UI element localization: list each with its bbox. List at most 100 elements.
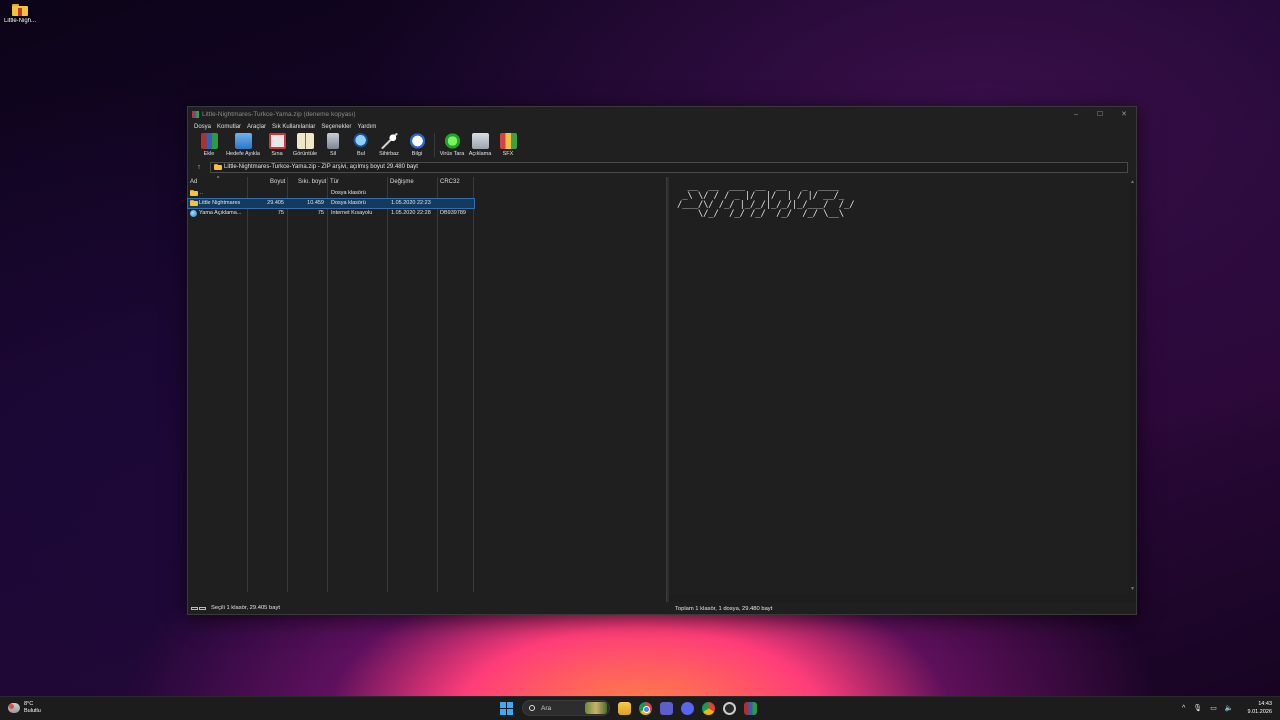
table-row-selected[interactable]: Little Nightmares 29.405 10.459 Dosya kl… xyxy=(187,198,475,209)
wizard-icon xyxy=(380,133,398,149)
table-row[interactable]: Yama Açıklama... 75 75 Internet Kısayolu… xyxy=(188,209,474,218)
ascii-line: \/_/ /_/ /_/ /_/ /_/ \__\ xyxy=(677,209,855,219)
view-book-icon xyxy=(296,133,314,149)
content-area: Ad ^ Boyut Sıkı. boyut Tür Değişme CRC32… xyxy=(187,176,1136,602)
tray-chevron-icon[interactable]: ^ xyxy=(1182,705,1185,712)
column-divider xyxy=(437,177,438,592)
scroll-up-icon[interactable]: ▲ xyxy=(1129,179,1136,185)
folder-icon xyxy=(214,164,222,170)
info-button[interactable]: Bilgi xyxy=(403,132,431,157)
column-divider xyxy=(247,177,248,592)
teams-icon[interactable] xyxy=(660,701,673,715)
title-bar[interactable]: Little-Nightmares-Turkce-Yama.zip (denem… xyxy=(188,107,1136,121)
file-list[interactable]: Ad ^ Boyut Sıkı. boyut Tür Değişme CRC32… xyxy=(187,176,666,602)
menu-yardim[interactable]: Yardım xyxy=(354,124,379,130)
file-explorer-icon[interactable] xyxy=(618,701,631,715)
column-headers: Ad ^ Boyut Sıkı. boyut Tür Değişme CRC32 xyxy=(188,176,666,188)
column-header-crc32[interactable]: CRC32 xyxy=(440,179,460,185)
key-icon xyxy=(191,606,207,611)
extract-folder-icon xyxy=(234,133,252,149)
column-header-type[interactable]: Tür xyxy=(330,179,339,185)
archive-path-text: Little-Nightmares-Turkce-Yama.zip - ZIP … xyxy=(224,164,418,170)
clock[interactable]: 14:43 9.01.2026 xyxy=(1248,700,1272,716)
menu-araclar[interactable]: Araçlar xyxy=(244,124,269,130)
info-label: Bilgi xyxy=(411,151,423,157)
column-divider xyxy=(287,177,288,592)
weather-cloud-icon xyxy=(8,703,20,713)
row-type: Internet Kısayolu xyxy=(331,210,373,216)
view-label: Görüntüle xyxy=(292,151,318,157)
test-button[interactable]: Sına xyxy=(263,132,291,157)
search-placeholder: Ara xyxy=(541,704,552,712)
weather-widget[interactable]: 8°C Bulutlu xyxy=(8,701,41,715)
row-name: .. xyxy=(200,190,204,196)
microphone-icon[interactable]: 🎙 xyxy=(1193,704,1202,712)
info-icon xyxy=(408,133,426,149)
winrar-app-icon xyxy=(192,110,199,118)
window-title: Little-Nightmares-Turkce-Yama.zip (denem… xyxy=(202,110,356,118)
column-header-modified[interactable]: Değişme xyxy=(390,179,414,185)
menu-sik-kullanilanlar[interactable]: Sık Kullanılanlar xyxy=(269,124,318,130)
wizard-button[interactable]: Sihirbaz xyxy=(375,132,403,157)
steam-icon[interactable] xyxy=(723,701,736,715)
sfx-button[interactable]: SFX xyxy=(494,132,522,157)
up-folder-button[interactable]: ↑ xyxy=(188,164,210,171)
menu-dosya[interactable]: Dosya xyxy=(191,124,214,130)
system-tray: ^ 🎙 ▭ 🔈 14:43 9.01.2026 xyxy=(1178,700,1272,716)
add-archive-icon xyxy=(200,133,218,149)
add-button[interactable]: Ekle xyxy=(195,132,223,157)
column-header-size[interactable]: Boyut xyxy=(270,179,285,185)
row-modified: 1.05.2020 22:23 xyxy=(391,200,431,206)
delete-button[interactable]: Sil xyxy=(319,132,347,157)
weather-temp: 8°C xyxy=(24,701,34,707)
clock-time: 14:43 xyxy=(1258,701,1272,707)
row-size: 29.405 xyxy=(267,200,284,206)
find-button[interactable]: Bul xyxy=(347,132,375,157)
row-crc: DB939789 xyxy=(440,210,466,216)
discord-icon[interactable] xyxy=(681,701,694,715)
view-button[interactable]: Görüntüle xyxy=(291,132,319,157)
menu-komutlar[interactable]: Komutlar xyxy=(214,124,244,130)
column-header-name[interactable]: Ad xyxy=(190,179,197,185)
virus-scan-button[interactable]: Virüs Tara xyxy=(438,132,466,157)
scroll-down-icon[interactable]: ▼ xyxy=(1129,586,1136,592)
extract-to-label: Hedefe Ayıkla xyxy=(226,151,260,157)
archive-path-field[interactable]: Little-Nightmares-Turkce-Yama.zip - ZIP … xyxy=(210,161,1128,173)
comment-icon xyxy=(471,133,489,149)
taskbar-apps: Ara xyxy=(500,700,761,716)
taskbar-search[interactable]: Ara xyxy=(522,700,610,716)
extract-to-button[interactable]: Hedefe Ayıkla xyxy=(223,132,263,157)
comment-label: Açıklama xyxy=(468,151,492,157)
maximize-button[interactable]: ☐ xyxy=(1088,110,1112,118)
find-label: Bul xyxy=(357,151,365,157)
menu-secenekler[interactable]: Seçenekler xyxy=(318,124,354,130)
test-label: Sına xyxy=(271,151,283,157)
horizontal-scrollbar[interactable] xyxy=(669,595,1136,602)
column-divider xyxy=(327,177,328,592)
chrome-icon[interactable] xyxy=(639,701,652,715)
chrome-profile-icon[interactable] xyxy=(702,701,715,715)
start-button[interactable] xyxy=(500,701,513,715)
vertical-scrollbar[interactable]: ▲ ▼ xyxy=(1129,177,1136,602)
minimize-button[interactable]: – xyxy=(1064,111,1088,118)
desktop-icon-label: Little-Nigh... xyxy=(3,18,36,24)
table-row-parent[interactable]: .. Dosya klasörü xyxy=(188,189,474,198)
address-bar: ↑ Little-Nightmares-Turkce-Yama.zip - ZI… xyxy=(188,161,1136,173)
winrar-taskbar-icon[interactable] xyxy=(744,701,757,715)
column-header-packed[interactable]: Sıkı. boyut xyxy=(298,179,326,185)
ascii-art-comment: __ __ ___ __ __ _ ____ _\ \/ / / _ |/ |/… xyxy=(677,183,855,219)
row-type: Dosya klasörü xyxy=(331,200,366,206)
close-button[interactable]: ✕ xyxy=(1112,110,1136,118)
folder-icon xyxy=(190,190,198,196)
desktop-icon-archive[interactable]: Little-Nigh... xyxy=(2,4,38,24)
toolbar-divider xyxy=(434,133,435,157)
network-icon[interactable]: ▭ xyxy=(1210,704,1217,712)
status-total: Toplam 1 klasör, 1 dosya, 29.480 bayt xyxy=(675,605,773,612)
comment-button[interactable]: Açıklama xyxy=(466,132,494,157)
status-bar: Seçili 1 klasör, 29.405 bayt Toplam 1 kl… xyxy=(188,602,1136,614)
column-divider xyxy=(387,177,388,592)
search-highlight-image xyxy=(585,702,607,714)
test-archive-icon xyxy=(268,133,286,149)
volume-icon[interactable]: 🔈 xyxy=(1225,704,1234,712)
folder-zip-icon xyxy=(12,4,28,16)
